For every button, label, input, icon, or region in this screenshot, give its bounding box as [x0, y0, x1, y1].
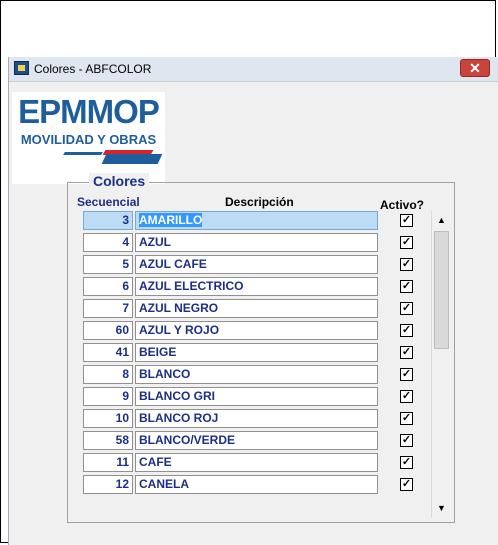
secuencial-field[interactable]: 8	[83, 365, 133, 384]
descripcion-field[interactable]: CANELA	[135, 475, 378, 494]
descripcion-text: AZUL ELECTRICO	[139, 279, 244, 293]
activo-checkbox[interactable]: ✓	[400, 302, 413, 315]
descripcion-text: BLANCO GRI	[139, 389, 215, 403]
descripcion-field[interactable]: AZUL CAFE	[135, 255, 378, 274]
header-activo: Activo?	[380, 198, 425, 212]
descripcion-field[interactable]: AMARILLO	[135, 211, 378, 230]
descripcion-field[interactable]: BLANCO	[135, 365, 378, 384]
close-button[interactable]: ✕	[460, 59, 490, 77]
descripcion-field[interactable]: CAFE	[135, 453, 378, 472]
descripcion-text: AMARILLO	[139, 213, 203, 227]
activo-checkbox[interactable]: ✓	[400, 456, 413, 469]
activo-checkbox[interactable]: ✓	[400, 390, 413, 403]
app-icon	[14, 61, 29, 75]
secuencial-field[interactable]: 7	[83, 299, 133, 318]
secuencial-field[interactable]: 60	[83, 321, 133, 340]
header-secuencial: Secuencial	[77, 195, 140, 209]
window-title: Colores - ABFCOLOR	[34, 62, 152, 76]
descripcion-field[interactable]: BLANCO ROJ	[135, 409, 378, 428]
descripcion-text: AZUL Y ROJO	[139, 323, 220, 337]
activo-checkbox[interactable]: ✓	[400, 214, 413, 227]
descripcion-field[interactable]: BLANCO GRI	[135, 387, 378, 406]
activo-checkbox[interactable]: ✓	[400, 434, 413, 447]
secuencial-field[interactable]: 10	[83, 409, 133, 428]
descripcion-text: AZUL	[139, 235, 171, 249]
activo-checkbox[interactable]: ✓	[400, 258, 413, 271]
secuencial-field[interactable]: 4	[83, 233, 133, 252]
descripcion-text: CANELA	[139, 477, 189, 491]
secuencial-field[interactable]: 6	[83, 277, 133, 296]
activo-checkbox[interactable]: ✓	[400, 280, 413, 293]
header-descripcion: Descripción	[225, 195, 294, 209]
secuencial-field[interactable]: 5	[83, 255, 133, 274]
descripcion-text: CAFE	[139, 455, 172, 469]
activo-checkbox[interactable]: ✓	[400, 412, 413, 425]
activo-checkbox[interactable]: ✓	[400, 478, 413, 491]
colores-groupbox: Colores Secuencial Descripción Activo? 3…	[67, 173, 455, 523]
descripcion-field[interactable]: BEIGE	[135, 343, 378, 362]
descripcion-field[interactable]: AZUL ELECTRICO	[135, 277, 378, 296]
descripcion-text: BLANCO ROJ	[139, 411, 219, 425]
colores-window: Colores - ABFCOLOR ✕ EPMMOP MOVILIDAD Y …	[8, 57, 498, 545]
vertical-scrollbar[interactable]: ▲ ▼	[431, 211, 451, 518]
descripcion-field[interactable]: AZUL Y ROJO	[135, 321, 378, 340]
chevron-up-icon[interactable]: ▲	[432, 211, 451, 230]
descripcion-text: AZUL CAFE	[139, 257, 207, 271]
descripcion-field[interactable]: BLANCO/VERDE	[135, 431, 378, 450]
descripcion-field[interactable]: AZUL	[135, 233, 378, 252]
activo-checkbox[interactable]: ✓	[400, 324, 413, 337]
titlebar[interactable]: Colores - ABFCOLOR ✕	[9, 57, 498, 82]
secuencial-field[interactable]: 41	[83, 343, 133, 362]
secuencial-field[interactable]: 11	[83, 453, 133, 472]
secuencial-field[interactable]: 58	[83, 431, 133, 450]
descripcion-field[interactable]: AZUL NEGRO	[135, 299, 378, 318]
secuencial-field[interactable]: 12	[83, 475, 133, 494]
descripcion-text: BLANCO	[139, 367, 191, 381]
activo-checkbox[interactable]: ✓	[400, 236, 413, 249]
secuencial-field[interactable]: 3	[83, 211, 133, 230]
chevron-down-icon[interactable]: ▼	[432, 499, 451, 518]
logo-stripe	[63, 152, 103, 155]
scrollbar-thumb[interactable]	[434, 231, 449, 349]
activo-checkbox[interactable]: ✓	[400, 368, 413, 381]
descripcion-text: AZUL NEGRO	[139, 301, 219, 315]
logo-text-main: EPMMOP	[18, 93, 160, 130]
logo-tag	[101, 154, 163, 164]
logo-text-sub: MOVILIDAD Y OBRAS	[20, 132, 157, 147]
epmmop-logo: EPMMOP MOVILIDAD Y OBRAS	[12, 92, 165, 184]
activo-checkbox[interactable]: ✓	[400, 346, 413, 359]
group-title: Colores	[89, 173, 150, 189]
secuencial-field[interactable]: 9	[83, 387, 133, 406]
descripcion-text: BEIGE	[139, 345, 177, 359]
descripcion-text: BLANCO/VERDE	[139, 433, 236, 447]
